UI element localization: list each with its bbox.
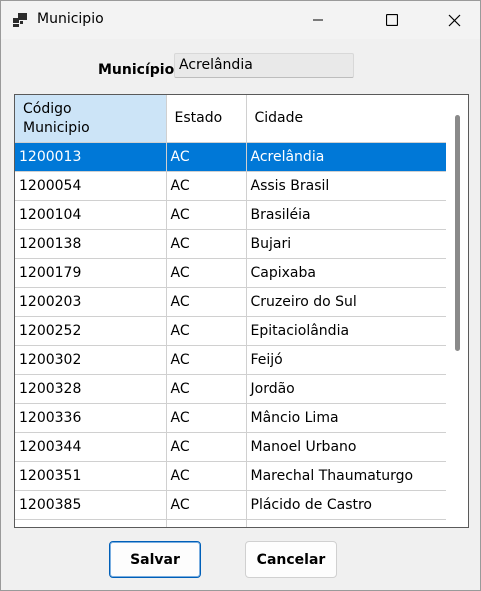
- cell-estado[interactable]: AC: [166, 171, 247, 201]
- cell-estado[interactable]: AC: [166, 229, 247, 259]
- cell-estado[interactable]: AC: [166, 345, 247, 375]
- table-row[interactable]: 1200336 AC Mâncio Lima: [15, 403, 447, 433]
- column-header-estado[interactable]: Estado: [166, 95, 247, 143]
- cell-codigo[interactable]: 1200328: [15, 374, 167, 404]
- table-row[interactable]: 1200385 AC Plácido de Castro: [15, 490, 447, 520]
- table-row[interactable]: 1200344 AC Manoel Urbano: [15, 432, 447, 462]
- cell-cidade[interactable]: Assis Brasil: [246, 171, 447, 201]
- cell-cidade[interactable]: Epitaciolândia: [246, 316, 447, 346]
- table-row[interactable]: 1200054 AC Assis Brasil: [15, 171, 447, 201]
- cell-cidade[interactable]: Marechal Thaumaturgo: [246, 461, 447, 491]
- cell-codigo[interactable]: 1200104: [15, 200, 167, 230]
- maximize-icon: [386, 14, 398, 26]
- cell-estado[interactable]: AC: [166, 316, 247, 346]
- cell-cidade[interactable]: Capixaba: [246, 258, 447, 288]
- cell-estado[interactable]: AC: [166, 258, 247, 288]
- app-icon: [13, 13, 27, 27]
- cell-cidade[interactable]: Acrelândia: [246, 142, 447, 172]
- column-header-codigo[interactable]: Código Municipio: [15, 95, 167, 143]
- title-bar[interactable]: Municipio: [1, 1, 480, 39]
- cell-codigo[interactable]: 1200203: [15, 287, 167, 317]
- cell-estado[interactable]: [166, 519, 247, 527]
- cell-codigo[interactable]: 1200054: [15, 171, 167, 201]
- cell-cidade[interactable]: Cruzeiro do Sul: [246, 287, 447, 317]
- minimize-button[interactable]: [294, 1, 342, 39]
- cell-codigo[interactable]: 1200351: [15, 461, 167, 491]
- table-row[interactable]: 1200328 AC Jordão: [15, 374, 447, 404]
- minimize-icon: [313, 19, 323, 21]
- cell-codigo[interactable]: 1200344: [15, 432, 167, 462]
- table-row[interactable]: 1200013 AC Acrelândia: [15, 142, 447, 172]
- cell-cidade[interactable]: Feijó: [246, 345, 447, 375]
- table-row[interactable]: 1200203 AC Cruzeiro do Sul: [15, 287, 447, 317]
- cell-estado[interactable]: AC: [166, 374, 247, 404]
- cell-codigo[interactable]: 1200302: [15, 345, 167, 375]
- vertical-scrollbar[interactable]: [446, 95, 468, 527]
- cell-codigo[interactable]: 1200013: [15, 142, 167, 172]
- cell-cidade[interactable]: [246, 519, 447, 527]
- cell-codigo[interactable]: [15, 519, 167, 527]
- cell-cidade[interactable]: Mâncio Lima: [246, 403, 447, 433]
- cell-cidade[interactable]: Manoel Urbano: [246, 432, 447, 462]
- grid-header-row: Código Municipio Estado Cidade: [15, 95, 447, 143]
- cell-estado[interactable]: AC: [166, 403, 247, 433]
- cell-estado[interactable]: AC: [166, 461, 247, 491]
- cell-estado[interactable]: AC: [166, 200, 247, 230]
- cell-estado[interactable]: AC: [166, 490, 247, 520]
- table-row[interactable]: 1200104 AC Brasiléia: [15, 200, 447, 230]
- cell-cidade[interactable]: Plácido de Castro: [246, 490, 447, 520]
- cell-codigo[interactable]: 1200179: [15, 258, 167, 288]
- table-row[interactable]: 1200179 AC Capixaba: [15, 258, 447, 288]
- municipio-grid[interactable]: Código Municipio Estado Cidade 1200013 AC…: [14, 94, 469, 528]
- cancel-button[interactable]: Cancelar: [245, 541, 337, 578]
- table-row[interactable]: 1200138 AC Bujari: [15, 229, 447, 259]
- maximize-button[interactable]: [368, 1, 416, 39]
- table-row[interactable]: 1200252 AC Epitaciolândia: [15, 316, 447, 346]
- cell-cidade[interactable]: Brasiléia: [246, 200, 447, 230]
- cell-estado[interactable]: AC: [166, 287, 247, 317]
- save-button[interactable]: Salvar: [109, 541, 201, 578]
- column-header-cidade[interactable]: Cidade: [246, 95, 447, 143]
- municipio-window: Municipio Município Acrelândia Código Mu…: [0, 0, 481, 591]
- municipio-label: Município: [98, 62, 175, 78]
- table-row[interactable]: 1200351 AC Marechal Thaumaturgo: [15, 461, 447, 491]
- table-row[interactable]: 1200302 AC Feijó: [15, 345, 447, 375]
- window-title: Municipio: [37, 11, 104, 27]
- close-button[interactable]: [430, 1, 478, 39]
- cell-codigo[interactable]: 1200385: [15, 490, 167, 520]
- table-row[interactable]: [15, 519, 447, 527]
- cell-codigo[interactable]: 1200138: [15, 229, 167, 259]
- close-icon: [448, 14, 460, 26]
- municipio-field[interactable]: Acrelândia: [174, 53, 354, 78]
- scrollbar-thumb[interactable]: [455, 115, 460, 351]
- cell-estado[interactable]: AC: [166, 142, 247, 172]
- cell-codigo[interactable]: 1200336: [15, 403, 167, 433]
- cell-cidade[interactable]: Jordão: [246, 374, 447, 404]
- cell-codigo[interactable]: 1200252: [15, 316, 167, 346]
- cell-estado[interactable]: AC: [166, 432, 247, 462]
- cell-cidade[interactable]: Bujari: [246, 229, 447, 259]
